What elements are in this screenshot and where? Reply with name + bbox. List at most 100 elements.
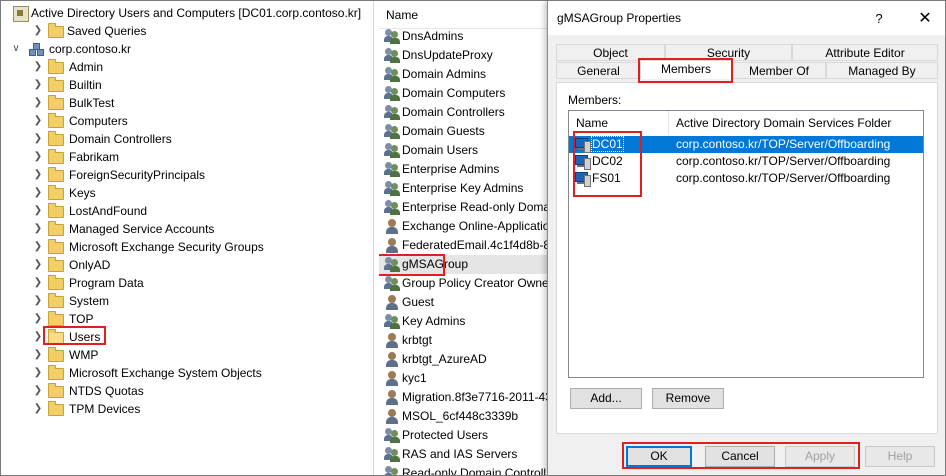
list-item[interactable]: kyc1 bbox=[379, 369, 549, 388]
tree-item-domain-controllers[interactable]: ❯ Domain Controllers bbox=[15, 130, 315, 148]
tree-item-domain[interactable]: ∨ corp.contoso.kr bbox=[12, 40, 215, 58]
chevron-right-icon[interactable]: ❯ bbox=[33, 400, 43, 418]
help-button[interactable]: Help bbox=[865, 446, 935, 467]
list-item[interactable]: Group Policy Creator Owne bbox=[379, 274, 549, 293]
help-icon[interactable]: ? bbox=[866, 9, 892, 29]
tree-root-label: Active Directory Users and Computers [DC… bbox=[31, 6, 362, 20]
tree-item-microsoft-exchange-security-groups[interactable]: ❯ Microsoft Exchange Security Groups bbox=[15, 238, 315, 256]
tree-item-managed-service-accounts[interactable]: ❯ Managed Service Accounts bbox=[15, 220, 315, 238]
folder-icon bbox=[48, 184, 64, 202]
chevron-right-icon[interactable]: ❯ bbox=[33, 238, 43, 256]
tree-item-builtin[interactable]: ❯ Builtin bbox=[15, 76, 315, 94]
list-item-label: kyc1 bbox=[402, 371, 427, 385]
tree-item-microsoft-exchange-system-objects[interactable]: ❯ Microsoft Exchange System Objects bbox=[15, 364, 315, 382]
list-item[interactable]: Read-only Domain Controll bbox=[379, 464, 549, 475]
folder-icon bbox=[48, 364, 64, 382]
list-item[interactable]: Domain Computers bbox=[379, 84, 549, 103]
list-item[interactable]: Domain Admins bbox=[379, 65, 549, 84]
tree-item-tpm-devices[interactable]: ❯ TPM Devices bbox=[15, 400, 315, 418]
tree-item-onlyad[interactable]: ❯ OnlyAD bbox=[15, 256, 315, 274]
tree-item-program-data[interactable]: ❯ Program Data bbox=[15, 274, 315, 292]
list-item[interactable]: Enterprise Admins bbox=[379, 160, 549, 179]
close-icon[interactable]: ✕ bbox=[912, 9, 938, 29]
chevron-right-icon[interactable]: ❯ bbox=[33, 58, 43, 76]
chevron-right-icon[interactable]: ❯ bbox=[33, 364, 43, 382]
list-item[interactable]: Enterprise Read-only Domai bbox=[379, 198, 549, 217]
tree-item-bulktest[interactable]: ❯ BulkTest bbox=[15, 94, 315, 112]
list-item-label: krbtgt bbox=[402, 333, 433, 347]
tree-item-wmp[interactable]: ❯ WMP bbox=[15, 346, 315, 364]
chevron-right-icon[interactable]: ❯ bbox=[33, 274, 43, 292]
user-icon bbox=[384, 219, 400, 234]
tree-root[interactable]: Active Directory Users and Computers [DC… bbox=[13, 4, 368, 22]
list-item[interactable]: FederatedEmail.4c1f4d8b-8 bbox=[379, 236, 549, 255]
dialog-titlebar[interactable]: gMSAGroup Properties ? ✕ bbox=[548, 1, 945, 35]
list-item[interactable]: Domain Guests bbox=[379, 122, 549, 141]
tab-managed-by[interactable]: Managed By bbox=[826, 62, 938, 79]
tree-item-saved-queries[interactable]: ❯ Saved Queries bbox=[15, 22, 215, 40]
list-item[interactable]: Domain Controllers bbox=[379, 103, 549, 122]
list-item[interactable]: DnsUpdateProxy bbox=[379, 46, 549, 65]
chevron-right-icon[interactable]: ❯ bbox=[33, 112, 43, 130]
tree-item-lostandfound[interactable]: ❯ LostAndFound bbox=[15, 202, 315, 220]
chevron-right-icon[interactable]: ❯ bbox=[33, 220, 43, 238]
tree-item-label: corp.contoso.kr bbox=[49, 42, 132, 56]
tree-item-fabrikam[interactable]: ❯ Fabrikam bbox=[15, 148, 315, 166]
chevron-right-icon[interactable]: ❯ bbox=[33, 256, 43, 274]
chevron-right-icon[interactable]: ❯ bbox=[33, 22, 43, 40]
add-button[interactable]: Add... bbox=[570, 388, 642, 409]
column-header-folder[interactable]: Active Directory Domain Services Folder bbox=[669, 111, 923, 135]
tree-item-ntds-quotas[interactable]: ❯ NTDS Quotas bbox=[15, 382, 315, 400]
list-item[interactable]: krbtgt_AzureAD bbox=[379, 350, 549, 369]
tree-item-system[interactable]: ❯ System bbox=[15, 292, 315, 310]
list-item-label: FederatedEmail.4c1f4d8b-8 bbox=[402, 238, 549, 252]
group-icon bbox=[384, 428, 400, 443]
list-item[interactable]: DnsAdmins bbox=[379, 27, 549, 46]
chevron-right-icon[interactable]: ❯ bbox=[33, 166, 43, 184]
tree-item-keys[interactable]: ❯ Keys bbox=[15, 184, 315, 202]
list-item[interactable]: krbtgt bbox=[379, 331, 549, 350]
chevron-right-icon[interactable]: ❯ bbox=[33, 202, 43, 220]
group-icon bbox=[384, 67, 400, 82]
user-icon bbox=[384, 352, 400, 367]
list-item[interactable]: Exchange Online-Applicatio bbox=[379, 217, 549, 236]
chevron-down-icon[interactable]: ∨ bbox=[11, 40, 21, 58]
list-item-label: Enterprise Read-only Domai bbox=[402, 200, 549, 214]
tree-item-admin[interactable]: ❯ Admin bbox=[15, 58, 315, 76]
chevron-right-icon[interactable]: ❯ bbox=[33, 292, 43, 310]
chevron-right-icon[interactable]: ❯ bbox=[33, 346, 43, 364]
chevron-right-icon[interactable]: ❯ bbox=[33, 328, 43, 346]
chevron-right-icon[interactable]: ❯ bbox=[33, 130, 43, 148]
tree-item-label: Fabrikam bbox=[69, 150, 120, 164]
user-icon bbox=[384, 295, 400, 310]
chevron-right-icon[interactable]: ❯ bbox=[33, 94, 43, 112]
list-header-name[interactable]: Name bbox=[379, 1, 549, 29]
list-item[interactable]: Guest bbox=[379, 293, 549, 312]
group-icon bbox=[384, 124, 400, 139]
tab-general[interactable]: General bbox=[556, 62, 641, 79]
tree-item-foreignsecurityprincipals[interactable]: ❯ ForeignSecurityPrincipals bbox=[15, 166, 315, 184]
list-item[interactable]: Key Admins bbox=[379, 312, 549, 331]
chevron-right-icon[interactable]: ❯ bbox=[33, 76, 43, 94]
member-folder: corp.contoso.kr/TOP/Server/Offboarding bbox=[676, 171, 891, 185]
tree-item-computers[interactable]: ❯ Computers bbox=[15, 112, 315, 130]
tab-member-of[interactable]: Member Of bbox=[732, 62, 826, 79]
folder-icon bbox=[48, 346, 64, 364]
list-item[interactable]: Migration.8f3e7716-2011-43 bbox=[379, 388, 549, 407]
list-item[interactable]: RAS and IAS Servers bbox=[379, 445, 549, 464]
list-item[interactable]: Protected Users bbox=[379, 426, 549, 445]
list-item[interactable]: MSOL_6cf448c3339b bbox=[379, 407, 549, 426]
chevron-right-icon[interactable]: ❯ bbox=[33, 310, 43, 328]
list-item[interactable]: Enterprise Key Admins bbox=[379, 179, 549, 198]
chevron-right-icon[interactable]: ❯ bbox=[33, 184, 43, 202]
list-item[interactable]: Domain Users bbox=[379, 141, 549, 160]
remove-button[interactable]: Remove bbox=[652, 388, 724, 409]
chevron-right-icon[interactable]: ❯ bbox=[33, 382, 43, 400]
chevron-right-icon[interactable]: ❯ bbox=[33, 148, 43, 166]
tab-attribute-editor[interactable]: Attribute Editor bbox=[792, 44, 938, 61]
tree-item-label: BulkTest bbox=[69, 96, 115, 110]
list-item-label: Domain Guests bbox=[402, 124, 485, 138]
tree-item-label: Admin bbox=[69, 60, 104, 74]
folder-icon bbox=[48, 148, 64, 166]
list-item-label: RAS and IAS Servers bbox=[402, 447, 518, 461]
